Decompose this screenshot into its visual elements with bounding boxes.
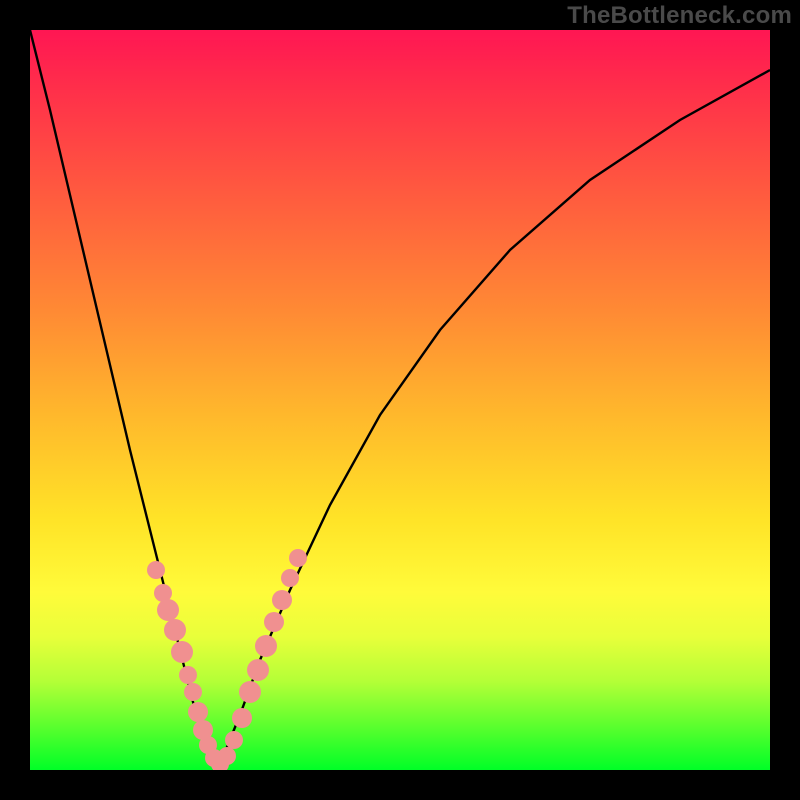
marker-dot [179, 666, 197, 684]
plot-area [30, 30, 770, 770]
marker-dot [281, 569, 299, 587]
marker-dot [164, 619, 186, 641]
marker-dot [188, 702, 208, 722]
watermark-text: TheBottleneck.com [567, 2, 792, 30]
chart-svg [30, 30, 770, 770]
marker-dot [247, 659, 269, 681]
marker-dot [232, 708, 252, 728]
curve-layer [30, 30, 770, 765]
marker-dot [272, 590, 292, 610]
marker-dot [184, 683, 202, 701]
marker-dot [255, 635, 277, 657]
marker-dot [218, 747, 236, 765]
marker-dot [147, 561, 165, 579]
chart-frame: TheBottleneck.com [0, 0, 800, 800]
marker-dot [289, 549, 307, 567]
bottleneck-curve [30, 30, 770, 765]
marker-dot [225, 731, 243, 749]
markers-layer [147, 549, 307, 770]
marker-dot [239, 681, 261, 703]
marker-dot [157, 599, 179, 621]
marker-dot [264, 612, 284, 632]
marker-dot [171, 641, 193, 663]
